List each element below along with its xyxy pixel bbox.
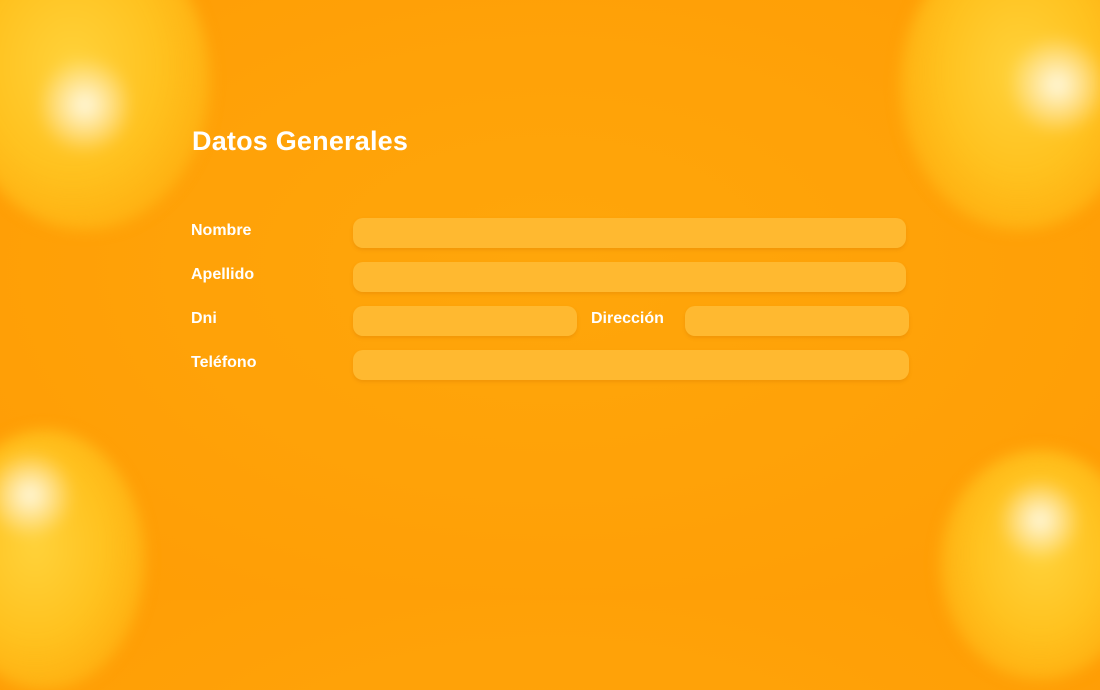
telefono-label: Teléfono (191, 354, 257, 371)
decorative-balloon-bottom-right (940, 450, 1100, 680)
telefono-input[interactable] (353, 350, 909, 380)
apellido-label: Apellido (191, 266, 255, 283)
form-title: Datos Generales (192, 126, 409, 156)
nombre-label: Nombre (191, 222, 252, 239)
nombre-input[interactable] (353, 218, 906, 248)
dni-label: Dni (191, 310, 217, 327)
decorative-balloon-top-right (900, 0, 1100, 230)
direccion-label: Dirección (591, 310, 664, 327)
decorative-balloon-top-left (0, 0, 210, 230)
decorative-balloon-bottom-left (0, 430, 145, 690)
direccion-input[interactable] (685, 306, 909, 336)
dni-input[interactable] (353, 306, 577, 336)
apellido-input[interactable] (353, 262, 906, 292)
